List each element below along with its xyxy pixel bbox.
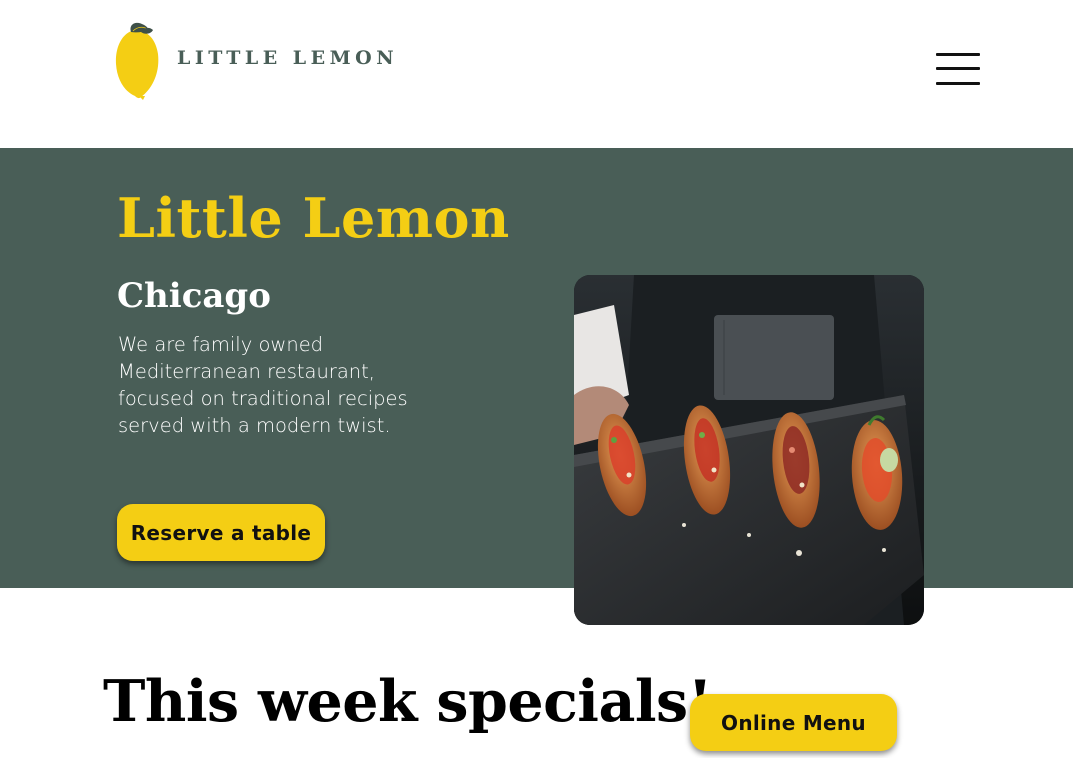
menu-bar [936, 67, 980, 70]
site-logo[interactable]: LITTLE LEMON [113, 20, 398, 100]
menu-bar [936, 53, 980, 56]
reserve-table-button[interactable]: Reserve a table [117, 504, 325, 561]
hero-title: Little Lemon [117, 186, 510, 250]
food-platter-image [574, 275, 924, 625]
menu-bar [936, 82, 980, 85]
site-header: LITTLE LEMON [0, 0, 1073, 148]
hero-description: We are family owned Mediterranean restau… [118, 333, 408, 437]
lemon-logo-icon [115, 22, 159, 100]
food-platter-illustration [574, 275, 924, 625]
hero-city: Chicago [117, 276, 271, 316]
online-menu-button[interactable]: Online Menu [690, 694, 897, 751]
logo-text: LITTLE LEMON [177, 47, 399, 69]
hamburger-menu-icon[interactable] [936, 52, 980, 86]
specials-title: This week specials! [103, 668, 713, 735]
